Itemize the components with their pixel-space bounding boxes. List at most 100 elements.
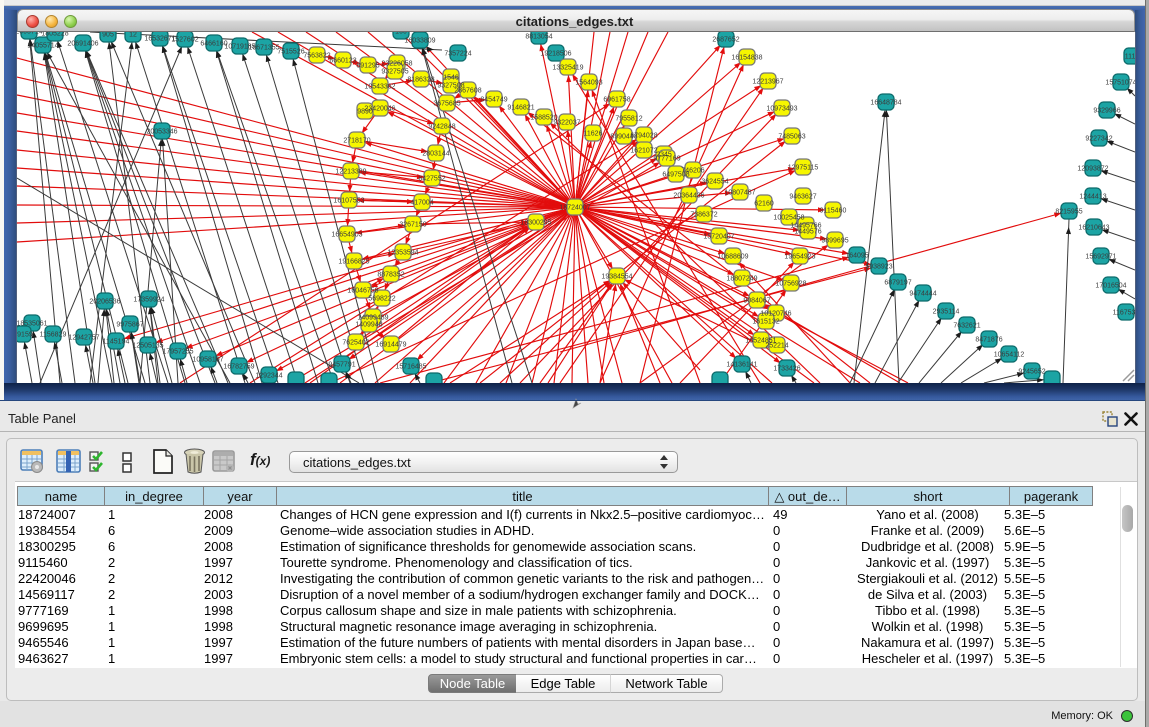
svg-text:17359924: 17359924 [133, 297, 164, 304]
svg-text:6879197: 6879197 [884, 280, 911, 287]
svg-text:12: 12 [129, 32, 137, 39]
svg-text:17957255: 17957255 [162, 349, 193, 356]
svg-text:19384554: 19384554 [601, 274, 632, 281]
svg-text:2935114: 2935114 [933, 309, 960, 316]
svg-text:16210643: 16210643 [1078, 225, 1109, 232]
svg-text:1527602: 1527602 [171, 37, 198, 44]
svg-text:8878352: 8878352 [377, 272, 404, 279]
svg-text:12353594: 12353594 [387, 250, 418, 257]
svg-text:1805228: 1805228 [41, 32, 68, 38]
svg-text:10120746: 10120746 [760, 311, 791, 318]
svg-text:1621072: 1621072 [630, 148, 657, 155]
svg-text:16671355: 16671355 [248, 45, 279, 52]
svg-text:9245652: 9245652 [1018, 369, 1045, 376]
svg-text:2687652: 2687652 [712, 37, 739, 44]
svg-text:5938923: 5938923 [865, 264, 892, 271]
svg-text:12975115: 12975115 [788, 165, 819, 172]
svg-text:20691406: 20691406 [67, 41, 98, 48]
svg-text:10688609: 10688609 [717, 254, 748, 261]
svg-text:12505135: 12505135 [132, 343, 163, 350]
svg-text:9329966: 9329966 [1093, 108, 1120, 115]
svg-text:14136141: 14136141 [726, 362, 757, 369]
svg-text:16033809: 16033809 [404, 38, 435, 45]
svg-text:6961758: 6961758 [603, 97, 630, 104]
svg-text:7625402: 7625402 [342, 340, 369, 347]
svg-text:1615132: 1615132 [752, 319, 779, 326]
svg-text:2803144: 2803144 [422, 151, 449, 158]
svg-text:18300295: 18300295 [520, 220, 551, 227]
svg-text:8186328: 8186328 [407, 77, 434, 84]
svg-text:10958107: 10958107 [192, 357, 223, 364]
svg-text:252214: 252214 [765, 343, 788, 350]
svg-text:9322037: 9322037 [553, 120, 580, 127]
svg-text:7632621: 7632621 [953, 323, 980, 330]
svg-text:20364436: 20364436 [673, 193, 704, 200]
svg-text:7357224: 7357224 [444, 51, 471, 58]
svg-text:5698222: 5698222 [368, 296, 395, 303]
svg-text:62160: 62160 [754, 201, 774, 208]
svg-text:10025458: 10025458 [773, 215, 804, 222]
svg-text:16154838: 16154838 [731, 55, 762, 62]
svg-text:3624554: 3624554 [701, 179, 728, 186]
svg-text:16654903: 16654903 [331, 232, 362, 239]
svg-text:14055714: 14055714 [27, 43, 58, 50]
svg-text:8454749: 8454749 [480, 97, 507, 104]
svg-text:1546: 1546 [443, 75, 459, 82]
svg-text:160: 160 [395, 32, 407, 36]
svg-text:2718170: 2718170 [343, 138, 370, 145]
svg-text:9084067: 9084067 [743, 298, 770, 305]
svg-text:417004: 417004 [410, 200, 433, 207]
svg-text:1112: 1112 [1125, 54, 1135, 61]
svg-text:16107553: 16107553 [333, 198, 364, 205]
svg-text:17016504: 17016504 [1095, 283, 1126, 290]
svg-text:2867608: 2867608 [454, 88, 481, 95]
svg-text:2005714: 2005714 [17, 32, 43, 36]
svg-text:20053346: 20053346 [146, 129, 177, 136]
svg-text:16046758: 16046758 [347, 288, 378, 295]
svg-text:1564093: 1564093 [575, 80, 602, 87]
svg-text:10807487: 10807487 [724, 190, 755, 197]
svg-text:10543362: 10543362 [364, 84, 395, 91]
svg-text:15716485: 15716485 [395, 364, 426, 371]
svg-text:9242848: 9242848 [428, 124, 455, 131]
svg-text:9327505: 9327505 [381, 69, 408, 76]
svg-text:18535061: 18535061 [17, 321, 48, 328]
svg-text:7515526: 7515526 [277, 49, 304, 56]
svg-text:20206536: 20206536 [89, 299, 120, 306]
svg-text:10654112: 10654112 [994, 352, 1025, 359]
svg-text:15751074: 15751074 [1105, 80, 1135, 87]
svg-text:12093872: 12093872 [1077, 166, 1108, 173]
svg-text:3267150: 3267150 [399, 222, 426, 229]
svg-text:9899695: 9899695 [821, 238, 848, 245]
svg-text:16648784: 16648784 [870, 100, 901, 107]
svg-text:6794028: 6794028 [630, 133, 657, 140]
svg-text:7563822: 7563822 [303, 53, 330, 60]
svg-text:1167533: 1167533 [1113, 310, 1135, 317]
svg-text:19218506: 19218506 [540, 51, 571, 58]
svg-text:9146821: 9146821 [507, 105, 534, 112]
svg-text:1733426: 1733426 [773, 366, 800, 373]
svg-text:8215955: 8215955 [1055, 209, 1082, 216]
svg-text:12213389: 12213389 [335, 169, 366, 176]
svg-text:3675685: 3675685 [433, 101, 460, 108]
svg-text:23226058: 23226058 [381, 61, 412, 68]
svg-text:15692971: 15692971 [1085, 254, 1116, 261]
svg-text:16782759: 16782759 [223, 364, 254, 371]
svg-text:8471876: 8471876 [975, 337, 1002, 344]
svg-text:7955812: 7955812 [615, 116, 642, 123]
svg-text:7485063: 7485063 [778, 134, 805, 141]
svg-text:6497508: 6497508 [662, 172, 689, 179]
svg-text:11626: 11626 [584, 131, 603, 138]
svg-text:8813054: 8813054 [525, 34, 552, 41]
svg-text:15720407: 15720407 [703, 234, 734, 241]
svg-text:14099489: 14099489 [357, 315, 388, 322]
svg-text:891295: 891295 [356, 63, 379, 70]
svg-text:164095: 164095 [845, 253, 868, 260]
svg-text:12213967: 12213967 [752, 79, 783, 86]
svg-text:18724007: 18724007 [559, 205, 590, 212]
svg-text:1156829: 1156829 [40, 332, 67, 339]
svg-text:12942757: 12942757 [68, 335, 99, 342]
svg-text:9777169: 9777169 [653, 156, 680, 163]
svg-text:19654923: 19654923 [784, 254, 815, 261]
svg-text:19166825: 19166825 [338, 259, 369, 266]
